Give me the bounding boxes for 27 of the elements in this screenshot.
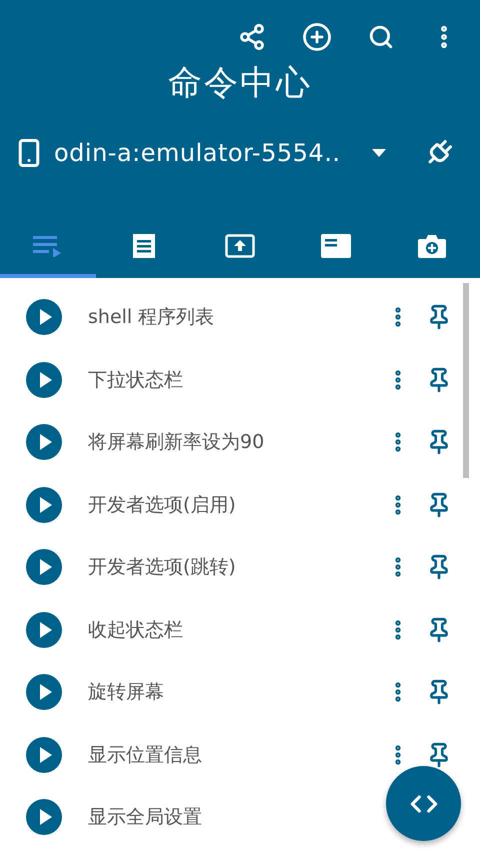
command-label[interactable]: 旋转屏幕 — [88, 679, 164, 706]
play-icon[interactable] — [26, 549, 62, 586]
queue-icon — [33, 235, 63, 257]
command-label[interactable]: shell 程序列表 — [88, 304, 214, 330]
command-label[interactable]: 将屏幕刷新率设为90 — [88, 429, 264, 456]
code-button[interactable] — [386, 766, 461, 841]
card-icon — [321, 234, 351, 258]
play-icon[interactable] — [26, 424, 62, 460]
play-icon[interactable] — [26, 299, 62, 336]
command-label[interactable]: 开发者选项(启用) — [88, 492, 236, 518]
command-label[interactable]: 显示全局设置 — [88, 804, 202, 830]
camera-icon — [418, 234, 446, 258]
play-icon[interactable] — [26, 612, 62, 648]
command-label[interactable]: 收起状态栏 — [88, 616, 183, 643]
receipt-icon — [132, 233, 156, 259]
command-label[interactable]: 开发者选项(跳转) — [88, 554, 236, 580]
play-icon[interactable] — [26, 362, 62, 398]
command-label[interactable]: 下拉状态栏 — [88, 366, 183, 393]
page-title: 命令中心 — [168, 62, 312, 105]
play-icon[interactable] — [26, 736, 62, 773]
caret-icon[interactable] — [372, 149, 386, 157]
device-selector[interactable]: odin-a:emulator-5554‥ — [54, 139, 372, 167]
play-icon[interactable] — [26, 486, 62, 523]
upload-icon — [225, 234, 255, 258]
play-icon[interactable] — [26, 799, 62, 836]
play-icon[interactable] — [26, 674, 62, 710]
command-label[interactable]: 显示位置信息 — [88, 742, 202, 768]
